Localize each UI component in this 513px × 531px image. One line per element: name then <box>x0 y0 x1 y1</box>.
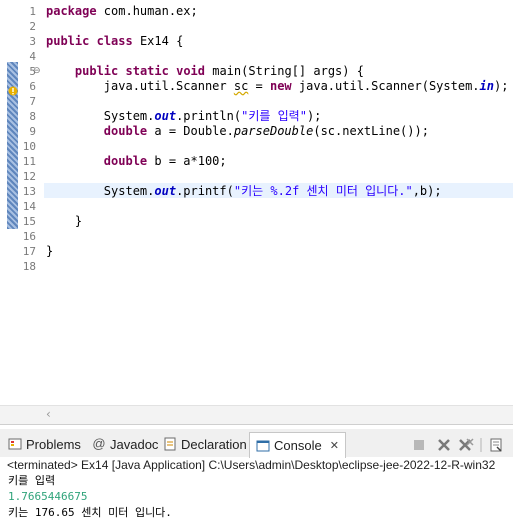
line-number: 8 <box>29 110 36 123</box>
code-text-area[interactable] <box>44 0 513 405</box>
code-line[interactable]: double a = Double.parseDouble(sc.nextLin… <box>46 124 429 139</box>
code-token: java.util.Scanner <box>46 79 234 93</box>
code-token: static <box>125 64 169 78</box>
line-number: 1 <box>29 5 36 18</box>
tab-label: Javadoc <box>110 436 159 452</box>
line-number: 7 <box>29 95 36 108</box>
code-line[interactable]: } <box>46 214 82 229</box>
line-number: 16 <box>22 230 36 243</box>
views-tab-bar: Problems @ Javadoc Declaration Console ✕ <box>0 429 513 458</box>
javadoc-icon: @ <box>92 436 106 451</box>
code-token: ); <box>493 79 509 93</box>
code-line[interactable]: double b = a*100; <box>46 154 227 169</box>
code-token: new <box>269 79 292 93</box>
code-line[interactable]: System.out.println("키를 입력"); <box>46 109 322 124</box>
close-icon[interactable]: ✕ <box>330 439 339 452</box>
code-token: out <box>154 109 177 123</box>
code-editor[interactable]: 1 2 3 4 5 6 7 8 9 10 11 12 13 14 15 16 17 18 ⊖ package com… <box>0 0 513 405</box>
code-token: void <box>176 64 205 78</box>
code-token: "키를 입력" <box>241 109 307 123</box>
code-line[interactable]: java.util.Scanner sc = new java.util.Sca… <box>46 79 509 94</box>
code-token: (sc.nextLine()); <box>313 124 429 138</box>
code-token: package <box>46 4 97 18</box>
fold-toggle-icon[interactable]: ⊖ <box>33 67 42 76</box>
code-token: out <box>154 184 177 198</box>
line-number: 13 <box>22 185 36 198</box>
code-token: ,b); <box>412 184 442 198</box>
code-token: public <box>74 64 119 78</box>
code-token: .printf( <box>176 184 234 198</box>
code-token: main(String[] args) { <box>205 64 364 78</box>
code-token: sc <box>233 79 249 93</box>
console-output-line: 키를 입력 <box>8 474 56 487</box>
code-token: } <box>46 244 54 258</box>
console-output-line: 1.7665446675 <box>8 490 88 503</box>
line-number: 12 <box>22 170 36 183</box>
console-output-line: 키는 176.65 센치 미터 입니다. <box>8 506 172 519</box>
code-line[interactable]: System.out.printf("키는 %.2f 센치 미터 입니다.",b… <box>46 184 442 199</box>
scroll-lock-icon[interactable] <box>489 437 503 452</box>
code-token: a = Double. <box>147 124 234 138</box>
problems-icon <box>8 437 22 451</box>
line-number: 4 <box>29 50 36 63</box>
code-token: double <box>103 124 148 138</box>
code-token: parseDouble <box>233 124 314 138</box>
tab-label: Problems <box>26 436 81 452</box>
console-status-label: <terminated> Ex14 [Java Application] C:\… <box>7 458 496 472</box>
code-line[interactable]: } <box>46 244 53 259</box>
code-token: System. <box>46 109 155 123</box>
horizontal-scrollbar[interactable]: ‹ <box>0 405 513 424</box>
code-token: Ex14 { <box>132 34 184 48</box>
code-token: com.human.ex; <box>96 4 198 18</box>
code-token: .println( <box>176 109 242 123</box>
code-token: double <box>103 154 148 168</box>
tab-label: Console <box>274 438 322 453</box>
line-number: 3 <box>29 35 36 48</box>
line-number: 6 <box>29 80 36 93</box>
line-number: 2 <box>29 20 36 33</box>
line-number: 18 <box>22 260 36 273</box>
code-token: b = a*100; <box>147 154 227 168</box>
code-line[interactable]: package com.human.ex; <box>46 4 198 19</box>
line-number: 17 <box>22 245 36 258</box>
remove-all-terminated-icon[interactable] <box>458 437 474 451</box>
terminate-icon[interactable] <box>412 437 426 451</box>
code-token: = <box>248 79 270 93</box>
code-token: ); <box>306 109 322 123</box>
tab-javadoc[interactable]: @ Javadoc <box>92 434 158 454</box>
tab-declaration[interactable]: Declaration <box>163 434 247 454</box>
scroll-left-icon[interactable]: ‹ <box>46 407 51 421</box>
tab-console[interactable]: Console ✕ <box>249 432 346 458</box>
line-number: 11 <box>22 155 36 168</box>
line-number: 10 <box>22 140 36 153</box>
tab-label: Declaration <box>181 436 247 452</box>
remove-launch-icon[interactable] <box>437 437 451 451</box>
code-token: } <box>46 214 83 228</box>
code-token: class <box>96 34 133 48</box>
line-number: 9 <box>29 125 36 138</box>
code-token: public <box>46 34 90 48</box>
code-token: System. <box>46 184 155 198</box>
bottom-views-panel: Problems @ Javadoc Declaration Console ✕ <box>0 424 513 531</box>
code-token: java.util.Scanner(System. <box>291 79 480 93</box>
code-line[interactable]: public static void main(String[] args) { <box>46 64 364 79</box>
tab-problems[interactable]: Problems <box>8 434 81 454</box>
line-number: 14 <box>22 200 36 213</box>
code-token: in <box>479 79 494 93</box>
warning-marker-icon[interactable] <box>8 81 18 96</box>
declaration-icon <box>163 437 177 451</box>
editor-gutter: 1 2 3 4 5 6 7 8 9 10 11 12 13 14 15 16 17 18 ⊖ <box>0 0 42 405</box>
console-icon <box>256 439 270 453</box>
code-line[interactable]: public class Ex14 { <box>46 34 183 49</box>
line-number: 15 <box>22 215 36 228</box>
code-token: "키는 %.2f 센치 미터 입니다." <box>233 184 413 198</box>
